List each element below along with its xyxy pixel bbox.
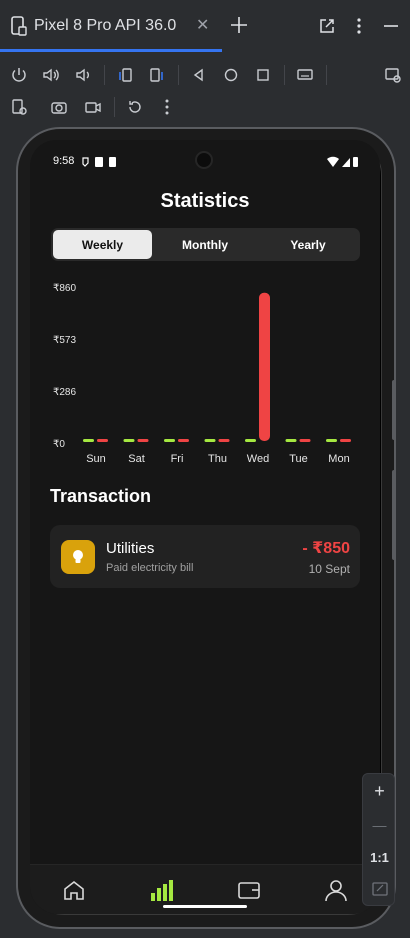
bar-thu-0 bbox=[204, 439, 216, 442]
status-time: 9:58 bbox=[53, 155, 75, 167]
notification-icons bbox=[82, 157, 116, 167]
settings-icon[interactable] bbox=[8, 96, 30, 118]
front-camera bbox=[195, 151, 213, 169]
home-icon[interactable] bbox=[61, 877, 87, 903]
device-icon bbox=[11, 16, 27, 36]
power-icon[interactable] bbox=[8, 64, 30, 86]
transaction-name: Utilities bbox=[106, 540, 155, 557]
bar-tue-1 bbox=[299, 439, 311, 442]
system-status-icons bbox=[327, 156, 358, 167]
bar-wed-0 bbox=[245, 439, 256, 442]
transaction-description: Paid electricity bill bbox=[106, 562, 194, 574]
bar-mon-0 bbox=[326, 439, 337, 442]
divider bbox=[326, 65, 327, 85]
keyboard-icon[interactable] bbox=[294, 64, 316, 86]
overview-icon[interactable] bbox=[252, 64, 274, 86]
lightbulb-icon bbox=[61, 540, 95, 574]
weekly-chart: ₹860 ₹573 ₹286 ₹0 Sun Sat Fri Thu Wed Tue Mon bbox=[30, 280, 380, 470]
device-tab[interactable]: Pixel 8 Pro API 36.0 bbox=[0, 0, 222, 52]
tab-yearly[interactable]: Yearly bbox=[258, 230, 358, 259]
divider bbox=[178, 65, 179, 85]
transaction-date: 10 Sept bbox=[308, 562, 350, 576]
rotate-right-icon[interactable] bbox=[146, 64, 168, 86]
home-icon[interactable] bbox=[220, 64, 242, 86]
tab-title: Pixel 8 Pro API 36.0 bbox=[34, 17, 177, 34]
rotate-left-icon[interactable] bbox=[114, 64, 136, 86]
x-tick-label: Fri bbox=[171, 453, 184, 465]
snapshot-icon[interactable] bbox=[382, 64, 404, 86]
bar-fri-1 bbox=[178, 439, 189, 442]
page-title: Statistics bbox=[160, 190, 250, 212]
minimize-icon[interactable] bbox=[380, 15, 402, 37]
external-window-icon[interactable] bbox=[316, 15, 338, 37]
record-icon[interactable] bbox=[82, 96, 104, 118]
period-segmented-control: Weekly Monthly Yearly bbox=[51, 228, 360, 261]
camera-icon[interactable] bbox=[48, 96, 70, 118]
section-title: Transaction bbox=[50, 486, 152, 506]
x-tick-label: Wed bbox=[247, 453, 269, 465]
zoom-panel: + — 1:1 bbox=[362, 773, 395, 906]
power-button bbox=[392, 380, 396, 440]
zoom-out-button[interactable]: — bbox=[363, 810, 396, 840]
bar-sat-0 bbox=[123, 439, 135, 442]
x-tick-label: Tue bbox=[289, 453, 308, 465]
stats-icon[interactable] bbox=[148, 877, 174, 903]
wallet-icon[interactable] bbox=[236, 877, 262, 903]
ide-tab-bar: Pixel 8 Pro API 36.0 ✕ bbox=[0, 0, 410, 52]
zoom-in-button[interactable]: + bbox=[363, 776, 396, 806]
x-tick-label: Sat bbox=[128, 453, 145, 465]
more-icon[interactable] bbox=[156, 96, 178, 118]
chart-bars: Sun Sat Fri Thu Wed Tue Mon bbox=[83, 292, 351, 465]
bar-sun-1 bbox=[97, 439, 108, 442]
divider bbox=[104, 65, 105, 85]
bar-wed-1 bbox=[259, 292, 270, 441]
reset-icon[interactable] bbox=[124, 96, 146, 118]
add-tab-icon[interactable] bbox=[228, 14, 250, 36]
bar-sat-1 bbox=[137, 439, 149, 442]
zoom-ratio-button[interactable]: 1:1 bbox=[363, 842, 396, 872]
volume-down-icon[interactable] bbox=[72, 64, 94, 86]
bar-tue-0 bbox=[285, 439, 297, 442]
bar-mon-1 bbox=[340, 439, 351, 442]
close-icon[interactable]: ✕ bbox=[196, 18, 212, 34]
fit-screen-icon[interactable] bbox=[363, 874, 396, 904]
profile-icon[interactable] bbox=[323, 877, 349, 903]
divider bbox=[114, 97, 115, 117]
bar-sun-0 bbox=[83, 439, 94, 442]
divider bbox=[284, 65, 285, 85]
volume-up-icon[interactable] bbox=[40, 64, 62, 86]
back-icon[interactable] bbox=[188, 64, 210, 86]
x-tick-label: Mon bbox=[328, 453, 349, 465]
gesture-home-bar[interactable] bbox=[163, 905, 247, 908]
x-tick-label: Sun bbox=[86, 453, 106, 465]
transaction-amount: - ₹850 bbox=[302, 540, 350, 557]
active-tab-indicator bbox=[0, 49, 222, 52]
bar-thu-1 bbox=[218, 439, 230, 442]
more-vert-icon[interactable] bbox=[348, 15, 370, 37]
app-screen: 9:58 Statistics Weekly Monthly Yearly ₹8… bbox=[30, 140, 380, 914]
x-tick-label: Thu bbox=[208, 453, 227, 465]
tab-weekly[interactable]: Weekly bbox=[53, 230, 152, 259]
tab-monthly[interactable]: Monthly bbox=[155, 230, 255, 259]
bar-fri-0 bbox=[164, 439, 175, 442]
volume-button bbox=[392, 470, 396, 560]
transaction-item[interactable]: Utilities Paid electricity bill - ₹850 1… bbox=[50, 525, 360, 588]
